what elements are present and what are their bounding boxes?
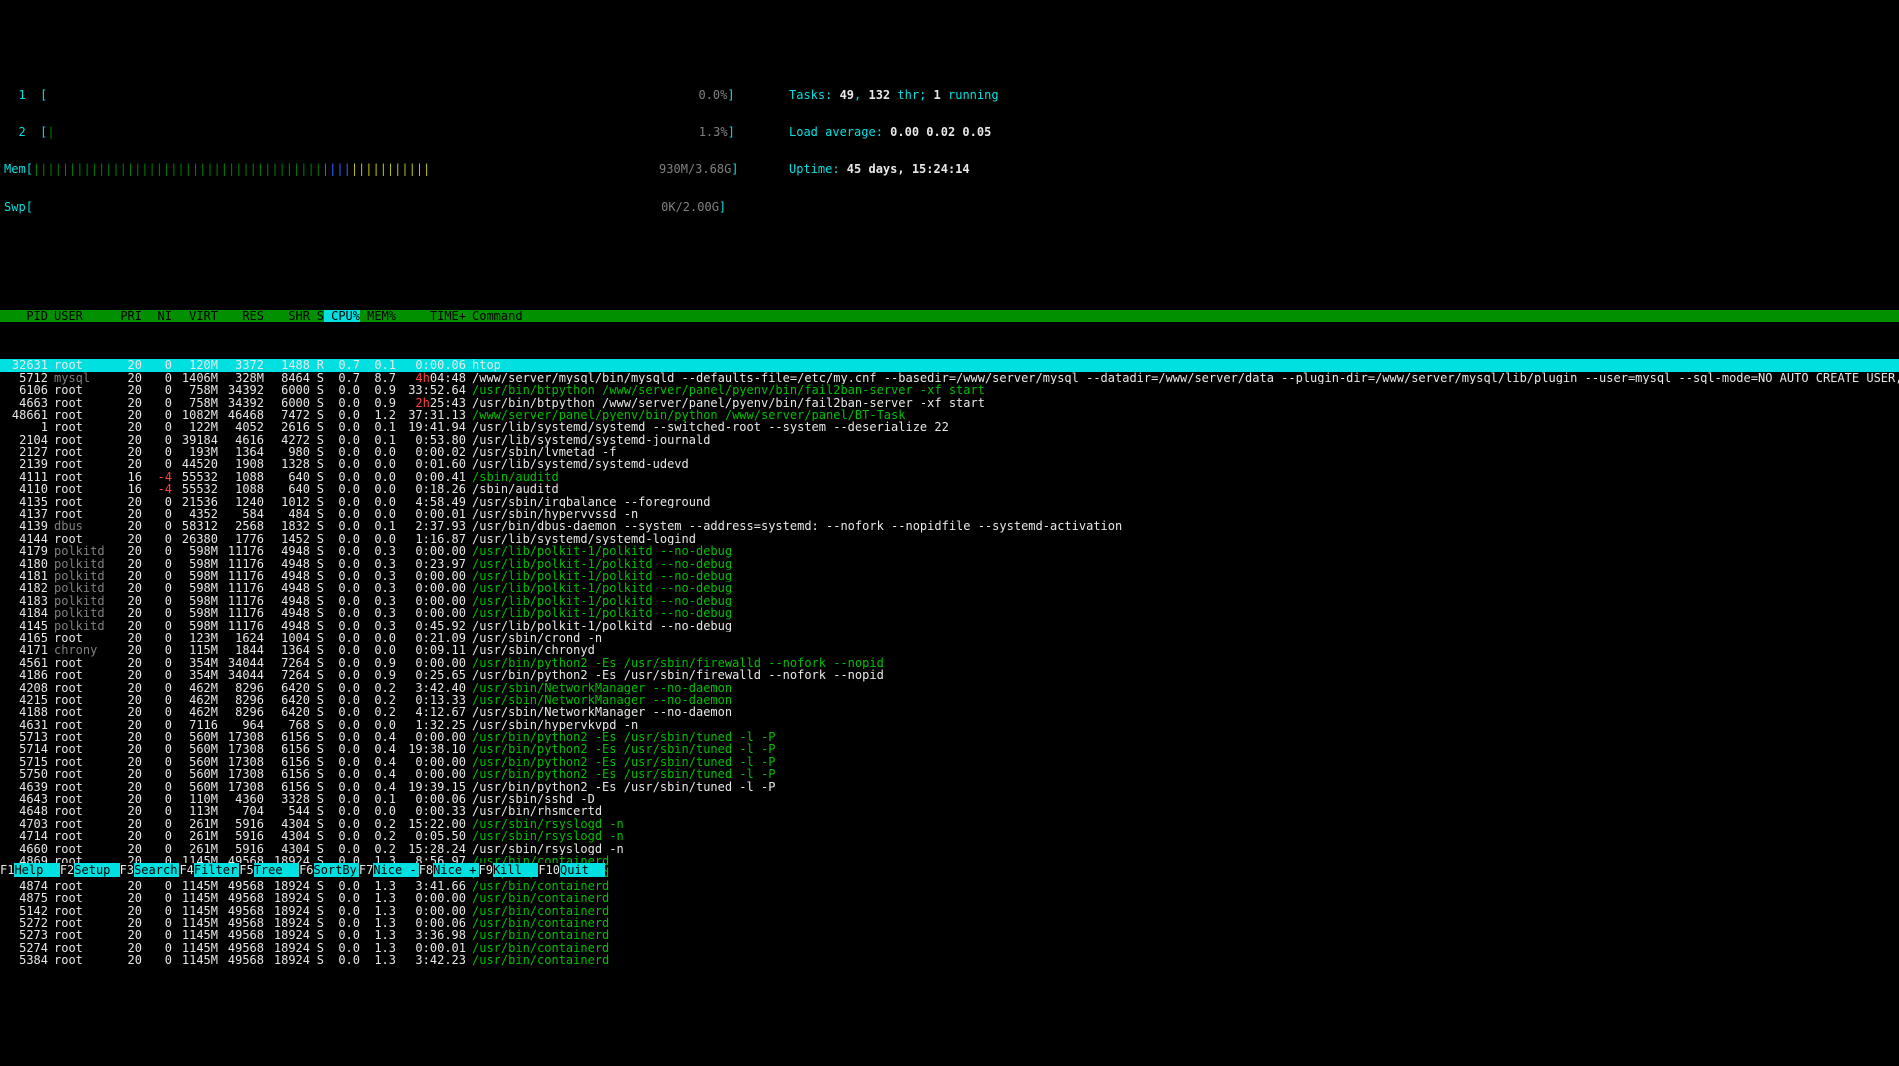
swp-label: Swp: [4, 200, 26, 214]
top-area: 1 [0.0%] 2 [|1.3%] Mem[|||||||||||||||||…: [0, 62, 1899, 240]
process-row[interactable]: 4874root2001145M4956818924S0.01.33:41.66…: [0, 880, 1899, 892]
fkey-label-F5[interactable]: Tree: [254, 863, 299, 877]
mem-pct: 930M/3.68G: [659, 162, 731, 176]
process-row[interactable]: 4186root200354M340447264S0.00.90:25.65/u…: [0, 669, 1899, 681]
fkey-F8[interactable]: F8: [419, 863, 433, 877]
process-row[interactable]: 4875root2001145M4956818924S0.01.30:00.00…: [0, 892, 1899, 904]
process-row[interactable]: 4184polkitd200598M111764948S0.00.30:00.0…: [0, 607, 1899, 619]
cpu1-pct: 0.0%: [698, 88, 727, 102]
process-row[interactable]: 5273root2001145M4956818924S0.01.33:36.98…: [0, 929, 1899, 941]
process-row[interactable]: 4111root16-4555321088640S0.00.00:00.41/s…: [0, 471, 1899, 483]
hdr-pid[interactable]: PID: [0, 310, 48, 322]
fkey-F7[interactable]: F7: [359, 863, 373, 877]
hdr-pri[interactable]: PRI: [110, 310, 142, 322]
process-row[interactable]: 5384root2001145M4956818924S0.01.33:42.23…: [0, 954, 1899, 966]
process-row[interactable]: 4714root200261M59164304S0.00.20:05.50/us…: [0, 830, 1899, 842]
hdr-shr[interactable]: SHR: [264, 310, 310, 322]
process-row[interactable]: 6106root200758M343926000S0.00.933:52.64/…: [0, 384, 1899, 396]
fkey-label-F4[interactable]: Filter: [194, 863, 239, 877]
process-row[interactable]: 1root200122M40522616S0.00.119:41.94/usr/…: [0, 421, 1899, 433]
fkey-F4[interactable]: F4: [179, 863, 193, 877]
fkey-F2[interactable]: F2: [60, 863, 74, 877]
process-row[interactable]: 4139dbus2005831225681832S0.00.12:37.93/u…: [0, 520, 1899, 532]
hdr-user[interactable]: USER: [48, 310, 110, 322]
process-row[interactable]: 4188root200462M82966420S0.00.24:12.67/us…: [0, 706, 1899, 718]
process-row[interactable]: 4179polkitd200598M111764948S0.00.30:00.0…: [0, 545, 1899, 557]
swp-pct: 0K/2.00G: [661, 200, 719, 214]
process-row[interactable]: 2104root2003918446164272S0.00.10:53.80/u…: [0, 434, 1899, 446]
hdr-cpu[interactable]: CPU%: [324, 310, 360, 322]
hdr-mem[interactable]: MEM%: [360, 310, 396, 322]
hdr-time[interactable]: TIME+: [396, 310, 466, 322]
process-row[interactable]: 32631root200120M33721488R0.70.10:00.06ht…: [0, 359, 1899, 371]
process-row[interactable]: 4182polkitd200598M111764948S0.00.30:00.0…: [0, 582, 1899, 594]
process-row[interactable]: 4135root2002153612401012S0.00.04:58.49/u…: [0, 496, 1899, 508]
fkey-F3[interactable]: F3: [120, 863, 134, 877]
cpu1-label: 1: [18, 88, 25, 102]
fkey-F9[interactable]: F9: [479, 863, 493, 877]
fkey-label-F10[interactable]: Quit: [560, 863, 605, 877]
fkey-F6[interactable]: F6: [299, 863, 313, 877]
process-row[interactable]: 5274root2001145M4956818924S0.01.30:00.01…: [0, 942, 1899, 954]
cpu2-label: 2: [18, 125, 25, 139]
fkey-label-F6[interactable]: SortBy: [314, 863, 359, 877]
cpu2-pct: 1.3%: [699, 125, 728, 139]
fkey-F5[interactable]: F5: [239, 863, 253, 877]
process-row[interactable]: 4110root16-4555321088640S0.00.00:18.26/s…: [0, 483, 1899, 495]
process-row[interactable]: 4643root200110M43603328S0.00.10:00.06/us…: [0, 793, 1899, 805]
process-row[interactable]: 5142root2001145M4956818924S0.01.30:00.00…: [0, 905, 1899, 917]
fkey-label-F9[interactable]: Kill: [493, 863, 538, 877]
fkey-label-F1[interactable]: Help: [14, 863, 59, 877]
process-row[interactable]: 5714root200560M173086156S0.00.419:38.10/…: [0, 743, 1899, 755]
process-row[interactable]: 5272root2001145M4956818924S0.01.30:00.06…: [0, 917, 1899, 929]
hdr-virt[interactable]: VIRT: [172, 310, 218, 322]
process-row[interactable]: 2139root2004452019081328S0.00.00:01.60/u…: [0, 458, 1899, 470]
summary-block: Tasks: 49, 132 thr; 1 running Load avera…: [789, 64, 999, 238]
fkey-F1[interactable]: F1: [0, 863, 14, 877]
hdr-ni[interactable]: NI: [142, 310, 172, 322]
function-key-bar[interactable]: F1Help F2Setup F3SearchF4FilterF5Tree F6…: [0, 864, 1899, 876]
fkey-label-F7[interactable]: Nice -: [373, 863, 418, 877]
hdr-res[interactable]: RES: [218, 310, 264, 322]
process-row[interactable]: 4171chrony200115M18441364S0.00.00:09.11/…: [0, 644, 1899, 656]
fkey-label-F3[interactable]: Search: [134, 863, 179, 877]
hdr-cmd[interactable]: Command: [466, 310, 1899, 322]
fkey-label-F2[interactable]: Setup: [74, 863, 119, 877]
process-row[interactable]: 4648root200113M704544S0.00.00:00.33/usr/…: [0, 805, 1899, 817]
process-header[interactable]: PID USER PRI NI VIRT RES SHR S CPU% MEM%…: [0, 310, 1899, 322]
fkey-label-F8[interactable]: Nice +: [433, 863, 478, 877]
fkey-F10[interactable]: F10: [538, 863, 560, 877]
process-row[interactable]: 5750root200560M173086156S0.00.40:00.00/u…: [0, 768, 1899, 780]
meters-block: 1 [0.0%] 2 [|1.3%] Mem[|||||||||||||||||…: [4, 64, 769, 238]
hdr-s[interactable]: S: [310, 310, 324, 322]
mem-label: Mem: [4, 162, 26, 176]
